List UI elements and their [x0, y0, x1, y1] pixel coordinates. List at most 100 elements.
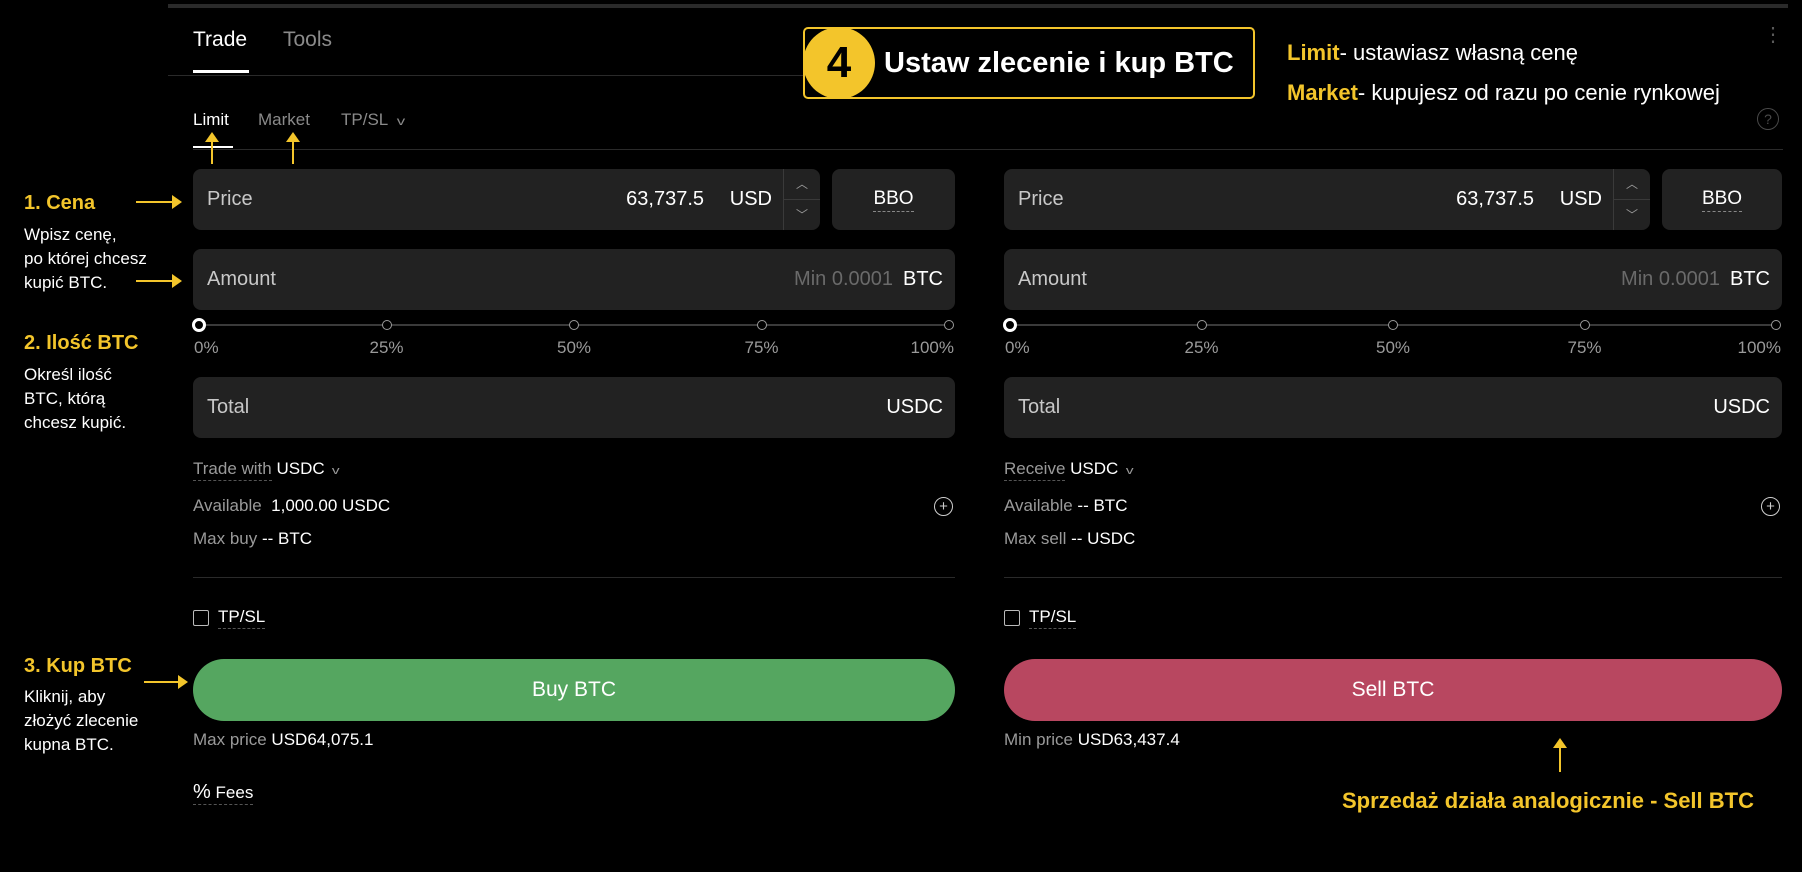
buy-tpsl-label-text: TP/SL: [218, 607, 266, 629]
sell-price-stepper[interactable]: ︿ ﹀: [1613, 169, 1650, 230]
buy-available: Available 1,000.00 USDC: [193, 496, 390, 516]
order-tab-limit[interactable]: Limit: [193, 110, 229, 130]
buy-slider-label: 0%: [194, 338, 219, 357]
more-options-icon[interactable]: ⋮: [1763, 25, 1783, 45]
sell-note: Sprzedaż działa analogicznie - Sell BTC: [1342, 788, 1754, 813]
tab-tools[interactable]: Tools: [283, 28, 332, 52]
buy-amount-placeholder: Min 0.0001: [794, 268, 893, 290]
chevron-down-icon: v: [397, 114, 406, 128]
buy-available-label: Available: [193, 496, 262, 515]
buy-max: Max buy -- BTC: [193, 529, 312, 549]
arrow-up-icon: [205, 132, 219, 164]
buy-slider-label: 75%: [744, 338, 779, 357]
buy-max-price-label: Max price: [193, 730, 267, 749]
fees-label: Fees: [215, 783, 254, 802]
annotation-step3-line: kupna BTC.: [24, 735, 114, 754]
annotation-step1-line: Wpisz cenę,: [24, 225, 117, 244]
buy-slider-label: 50%: [556, 338, 592, 357]
annotation-step2-title: 2. Ilość BTC: [24, 332, 139, 354]
arrow-up-icon: [1553, 738, 1567, 772]
legend-market-text: - kupujesz od razu po cenie rynkowej: [1357, 80, 1720, 105]
buy-max-value: -- BTC: [261, 529, 313, 548]
buy-bbo-button[interactable]: BBO: [832, 169, 955, 230]
sell-receive-select[interactable]: Receive USDC v: [1004, 459, 1134, 481]
buy-amount-currency: BTC: [903, 268, 943, 290]
buy-price-stepper[interactable]: ︿ ﹀: [783, 169, 820, 230]
step-4-badge: 4: [803, 27, 875, 99]
chevron-down-icon[interactable]: ﹀: [784, 200, 820, 231]
sell-slider-tick[interactable]: [1388, 320, 1398, 330]
buy-btc-button[interactable]: Buy BTC: [193, 659, 955, 721]
sell-deposit-plus-icon[interactable]: +: [1761, 497, 1780, 516]
order-tab-market[interactable]: Market: [258, 110, 310, 130]
top-border: [168, 4, 1788, 8]
buy-price-currency: USD: [729, 188, 772, 210]
sell-available-value: -- BTC: [1077, 496, 1128, 515]
sell-total-field[interactable]: Total USDC: [1004, 377, 1782, 438]
order-tabs-divider: [193, 149, 1783, 150]
sell-slider-tick[interactable]: [1771, 320, 1781, 330]
sell-btc-button[interactable]: Sell BTC: [1004, 659, 1782, 721]
arrow-up-icon: [286, 132, 300, 164]
sell-amount-field[interactable]: Amount Min 0.0001 BTC: [1004, 249, 1782, 310]
sell-max-value: -- USDC: [1071, 529, 1136, 548]
sell-tpsl-checkbox[interactable]: [1004, 610, 1020, 626]
buy-divider: [193, 577, 955, 578]
arrow-right-icon: [136, 274, 182, 288]
buy-trade-with-value: USDC: [276, 459, 325, 478]
legend-limit: Limit- ustawiasz własną cenę: [1287, 40, 1578, 66]
sell-slider-tick[interactable]: [1003, 318, 1017, 332]
buy-total-field[interactable]: Total USDC: [193, 377, 955, 438]
help-icon[interactable]: ?: [1757, 108, 1779, 130]
buy-trade-with-select[interactable]: Trade with USDC v: [193, 459, 340, 481]
legend-market: Market- kupujesz od razu po cenie rynkow…: [1287, 80, 1720, 106]
sell-total-currency: USDC: [1713, 396, 1770, 418]
sell-max-label: Max sell: [1004, 529, 1067, 548]
sell-price-label: Price: [1018, 188, 1064, 210]
buy-price-field[interactable]: Price 63,737.5 USD ︿ ﹀: [193, 169, 820, 230]
sell-tpsl-label[interactable]: TP/SL: [1029, 607, 1077, 629]
sell-slider-label: 25%: [1184, 338, 1219, 357]
buy-amount-field[interactable]: Amount Min 0.0001 BTC: [193, 249, 955, 310]
annotation-step2-text: Określ ilość BTC, którą chcesz kupić.: [24, 363, 126, 435]
sell-bbo-button[interactable]: BBO: [1662, 169, 1782, 230]
chevron-down-icon[interactable]: ﹀: [1614, 200, 1650, 231]
legend-market-key: Market: [1287, 80, 1358, 105]
order-tab-limit-underline: [193, 146, 233, 148]
annotation-step3-line: Kliknij, aby: [24, 687, 106, 706]
annotation-step1-line: kupić BTC.: [24, 273, 108, 292]
buy-slider-tick[interactable]: [944, 320, 954, 330]
chevron-up-icon[interactable]: ︿: [1614, 169, 1650, 200]
sell-amount-label: Amount: [1018, 268, 1087, 290]
tabs-divider: [168, 75, 808, 76]
annotation-step3-text: Kliknij, aby złożyć zlecenie kupna BTC.: [24, 685, 138, 757]
buy-deposit-plus-icon[interactable]: +: [934, 497, 953, 516]
order-tab-tpsl[interactable]: TP/SL v: [341, 110, 406, 130]
legend-limit-text: - ustawiasz własną cenę: [1339, 40, 1579, 65]
buy-max-price-value: USD64,075.1: [271, 730, 374, 749]
annotation-step1-text: Wpisz cenę, po której chcesz kupić BTC.: [24, 223, 147, 295]
arrow-right-icon: [136, 195, 182, 209]
step-4-title: Ustaw zlecenie i kup BTC: [884, 47, 1234, 79]
buy-slider-tick[interactable]: [192, 318, 206, 332]
sell-min-price-value: USD63,437.4: [1077, 730, 1180, 749]
sell-slider-tick[interactable]: [1196, 320, 1207, 330]
chevron-up-icon[interactable]: ︿: [784, 169, 820, 200]
buy-max-label: Max buy: [193, 529, 258, 548]
annotation-step1-line: po której chcesz: [24, 249, 147, 268]
tab-trade[interactable]: Trade: [193, 28, 247, 52]
annotation-step2-line: Określ ilość: [24, 365, 112, 384]
buy-slider-tick[interactable]: [756, 320, 767, 330]
buy-tpsl-label[interactable]: TP/SL: [218, 607, 266, 629]
arrow-right-icon: [144, 675, 188, 689]
sell-slider-tick[interactable]: [1579, 320, 1590, 330]
buy-tpsl-checkbox[interactable]: [193, 610, 209, 626]
sell-amount-placeholder: Min 0.0001: [1621, 268, 1720, 290]
buy-slider-tick[interactable]: [569, 320, 579, 330]
sell-price-field[interactable]: Price 63,737.5 USD ︿ ﹀: [1004, 169, 1650, 230]
fees-link[interactable]: % Fees: [193, 781, 254, 805]
buy-slider-tick[interactable]: [381, 320, 392, 330]
sell-available-label: Available: [1004, 496, 1073, 515]
buy-slider-label: 100%: [910, 338, 954, 357]
buy-slider-label: 25%: [369, 338, 404, 357]
